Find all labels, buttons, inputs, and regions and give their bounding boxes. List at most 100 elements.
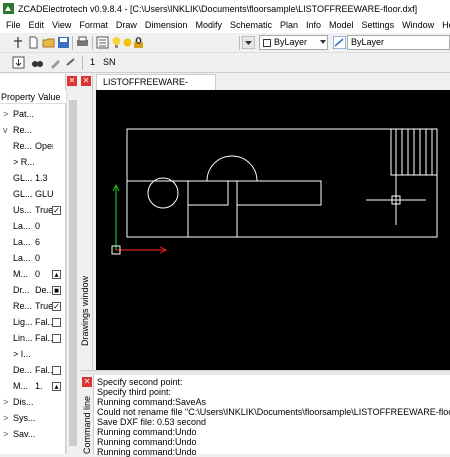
menu-bar: File Edit View Format Draw Dimension Mod…	[0, 17, 450, 33]
property-row[interactable]: Re...Open...	[0, 138, 66, 154]
property-value[interactable]: True	[35, 298, 53, 314]
property-name: La...	[13, 253, 31, 263]
properties-scrollbar[interactable]	[66, 88, 78, 454]
menu-view[interactable]: View	[48, 20, 75, 30]
expand-chevron-icon[interactable]: v	[3, 122, 8, 138]
menu-help[interactable]: He	[438, 20, 450, 30]
link-icon[interactable]	[64, 56, 77, 69]
property-row[interactable]: > Sys...	[0, 410, 66, 426]
expand-chevron-icon[interactable]: >	[3, 394, 8, 410]
property-row[interactable]: Re... True ✓	[0, 298, 66, 314]
import-icon[interactable]	[12, 56, 25, 69]
pencil-icon[interactable]	[49, 56, 62, 69]
property-row[interactable]: M... 0 ▴	[0, 266, 66, 282]
menu-model[interactable]: Model	[325, 20, 358, 30]
dropdown-icon[interactable]	[242, 36, 255, 49]
property-checkbox[interactable]	[52, 366, 61, 375]
open-folder-icon[interactable]	[42, 36, 55, 49]
property-checkbox[interactable]	[52, 334, 61, 343]
property-value[interactable]: 1.	[35, 378, 53, 394]
property-value[interactable]: 6	[35, 234, 53, 250]
menu-window[interactable]: Window	[398, 20, 438, 30]
menu-dimension[interactable]: Dimension	[141, 20, 192, 30]
property-row[interactable]: Lig...Fal...	[0, 314, 66, 330]
binoculars-icon[interactable]	[31, 56, 44, 69]
expand-chevron-icon[interactable]: >	[3, 426, 8, 442]
property-value[interactable]: GLU_...	[35, 186, 53, 202]
command-line-tab[interactable]: ✕ Command line	[80, 375, 94, 454]
close-icon[interactable]: ✕	[82, 377, 92, 387]
property-row[interactable]: v Re...	[0, 122, 66, 138]
close-icon[interactable]: ✕	[67, 76, 77, 86]
col-property-header[interactable]: Property	[1, 92, 35, 102]
menu-edit[interactable]: Edit	[25, 20, 49, 30]
snap-label[interactable]: SN	[103, 57, 116, 67]
property-value[interactable]: De...	[35, 282, 53, 298]
property-checkbox[interactable]: ▴	[52, 270, 61, 279]
property-row[interactable]: La... 0	[0, 250, 66, 266]
close-icon[interactable]: ✕	[81, 76, 91, 86]
property-checkbox[interactable]	[52, 318, 61, 327]
property-checkbox[interactable]: ✓	[52, 302, 61, 311]
property-value[interactable]: Fal...	[35, 362, 53, 378]
property-row[interactable]: Lin...Fal...	[0, 330, 66, 346]
layers-icon[interactable]	[96, 36, 109, 49]
property-row[interactable]: > Dis...	[0, 394, 66, 410]
property-row[interactable]: M... 1. ▴	[0, 378, 66, 394]
property-row[interactable]: La... 6	[0, 234, 66, 250]
command-output-line: Specify second point:	[97, 377, 183, 387]
snap-number[interactable]: 1	[90, 57, 95, 67]
property-row[interactable]: De...Fal...	[0, 362, 66, 378]
property-value[interactable]: Fal...	[35, 314, 53, 330]
menu-draw[interactable]: Draw	[112, 20, 141, 30]
property-checkbox[interactable]: ✓	[52, 206, 61, 215]
property-row[interactable]: > Sav...	[0, 426, 66, 442]
linetype-icon[interactable]	[333, 36, 346, 49]
property-value[interactable]: True	[35, 202, 53, 218]
document-tab[interactable]: LISTOFFREEWARE-floor.dxf	[96, 74, 216, 102]
property-value[interactable]: 1.3	[35, 170, 53, 186]
property-row[interactable]: Dr... De... ■	[0, 282, 66, 298]
drawing-canvas[interactable]	[96, 90, 450, 370]
cursor-icon[interactable]	[12, 36, 25, 49]
property-row[interactable]: La... 0	[0, 218, 66, 234]
property-name: La...	[13, 221, 31, 231]
menu-format[interactable]: Format	[75, 20, 112, 30]
property-name: La...	[13, 237, 31, 247]
property-name: Lig...	[13, 317, 33, 327]
menu-info[interactable]: Info	[302, 20, 325, 30]
menu-settings[interactable]: Settings	[358, 20, 399, 30]
linetype-combo[interactable]: ByLayer	[347, 35, 450, 50]
property-checkbox[interactable]: ■	[52, 286, 61, 295]
menu-schematic[interactable]: Schematic	[226, 20, 276, 30]
property-value[interactable]: 0	[35, 266, 53, 282]
property-value[interactable]: 0	[35, 250, 53, 266]
properties-list: >Pat...vRe...Re...Open...> R...GL...1.3G…	[0, 106, 66, 454]
expand-chevron-icon[interactable]: >	[3, 410, 8, 426]
property-name: Dis...	[13, 397, 34, 407]
property-value[interactable]: Fal...	[35, 330, 53, 346]
property-value[interactable]: Open...	[35, 138, 53, 154]
properties-header: Property Value	[0, 90, 66, 104]
save-icon[interactable]	[57, 36, 70, 49]
property-value[interactable]: 0	[35, 218, 53, 234]
layer-combo[interactable]: 0	[133, 35, 237, 50]
col-value-header[interactable]: Value	[38, 92, 60, 102]
menu-plan[interactable]: Plan	[276, 20, 302, 30]
property-name: Sav...	[13, 429, 35, 439]
menu-file[interactable]: File	[2, 20, 25, 30]
property-row[interactable]: > I...	[0, 346, 66, 362]
menu-modify[interactable]: Modify	[191, 20, 226, 30]
property-row[interactable]: GL...GLU_...	[0, 186, 66, 202]
linetype-combo-value: ByLayer	[351, 37, 385, 47]
property-row[interactable]: > R...	[0, 154, 66, 170]
property-row[interactable]: > Pat...	[0, 106, 66, 122]
property-name: Re...	[13, 141, 33, 151]
property-row[interactable]: GL... 1.3	[0, 170, 66, 186]
print-icon[interactable]	[76, 36, 89, 49]
property-row[interactable]: Us... True ✓	[0, 202, 66, 218]
new-file-icon[interactable]	[27, 36, 40, 49]
property-checkbox[interactable]: ▴	[52, 382, 61, 391]
color-combo[interactable]: ByLayer	[259, 35, 328, 50]
expand-chevron-icon[interactable]: >	[3, 106, 8, 122]
